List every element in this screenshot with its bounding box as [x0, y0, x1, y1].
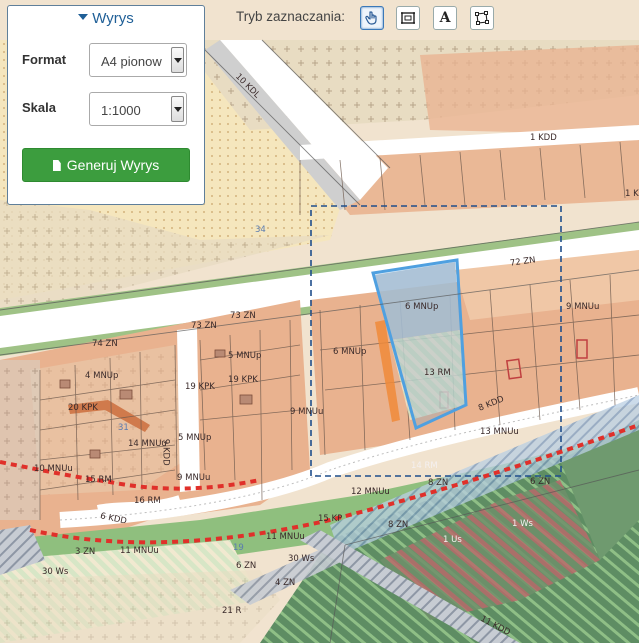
map-label: 6 ZN — [530, 477, 551, 487]
generate-wyrys-label: Generuj Wyrys — [66, 157, 160, 173]
map-label: 9 MNUu — [290, 407, 324, 417]
map-label: 1 KDD — [530, 133, 557, 143]
format-label: Format — [22, 52, 67, 67]
frame-select-button[interactable] — [396, 6, 420, 30]
map-label: 34 — [255, 225, 266, 235]
generate-wyrys-button[interactable]: Generuj Wyrys — [22, 148, 190, 182]
map-label: 20 KPK — [68, 403, 98, 413]
polygon-icon — [475, 11, 489, 25]
map-label: 5 MNUp — [228, 351, 262, 361]
document-icon — [52, 160, 61, 171]
frame-icon — [401, 12, 415, 24]
map-label: 9 MNUu — [177, 473, 211, 483]
wyrys-panel-toggle[interactable]: Wyrys — [8, 10, 204, 27]
map-label: 19 KPK — [228, 375, 258, 385]
map-label: 13 MNUu — [480, 427, 519, 437]
polygon-select-button[interactable] — [470, 6, 494, 30]
map-label: 1 Ws — [512, 519, 533, 529]
map-label: 10 MNUu — [34, 464, 73, 474]
map-label: 30 Ws — [288, 554, 315, 564]
map-label: 73 ZN — [230, 311, 256, 321]
map-label: 11 MNUu — [266, 532, 305, 542]
format-select-value: A4 pionow — [101, 54, 162, 69]
map-label: 9 KDD — [160, 438, 171, 466]
map-label: 21 R — [222, 606, 242, 616]
map-label: 5 MNUp — [178, 433, 212, 443]
wyrys-panel: Wyrys Format A4 pionow Skala 1:1000 Gene… — [7, 5, 205, 205]
pointer-select-button[interactable] — [360, 6, 384, 30]
format-select[interactable]: A4 pionow — [89, 43, 187, 77]
chevron-down-icon — [171, 47, 184, 73]
map-label: 74 ZN — [92, 339, 118, 349]
map-label: 19 — [233, 543, 244, 553]
map-label: 19 KPK — [185, 382, 215, 392]
map-label: 73 ZN — [191, 321, 217, 331]
map-label: 30 Ws — [42, 567, 69, 577]
map-label: 6 MNUp — [333, 347, 367, 357]
chevron-down-icon — [171, 96, 184, 122]
map-label: 4 ZN — [275, 578, 296, 588]
map-label: 14 RM — [411, 461, 438, 471]
map-label: 6 MNUp — [405, 302, 439, 312]
map-label: 9 MNUu — [566, 302, 600, 312]
map-label: 8 ZN — [428, 478, 449, 488]
caret-down-icon — [78, 14, 89, 21]
map-label: 1 KDD — [625, 189, 639, 199]
map-label: 4 MNUp — [85, 371, 119, 381]
map-label: 11 MNUu — [120, 546, 159, 556]
scale-select[interactable]: 1:1000 — [89, 92, 187, 126]
map-label: 1 Us — [443, 535, 462, 545]
map-label: 8 ZN — [388, 520, 409, 530]
letter-a-icon: A — [439, 10, 451, 26]
map-label: 15 KP — [318, 514, 343, 524]
map-label: 6 ZN — [236, 561, 257, 571]
scale-select-value: 1:1000 — [101, 103, 141, 118]
map-label: 16 RM — [134, 496, 161, 506]
map-label: 13 RM — [424, 368, 451, 378]
hand-pointer-icon — [365, 11, 377, 25]
map-label: 31 — [118, 423, 129, 433]
map-label: 15 RM — [85, 475, 112, 485]
selection-mode-label: Tryb zaznaczania: — [236, 9, 346, 24]
map-label: 3 ZN — [75, 547, 96, 557]
text-select-button[interactable]: A — [433, 6, 457, 30]
scale-label: Skala — [22, 100, 56, 115]
wyrys-panel-title: Wyrys — [92, 10, 134, 27]
map-label: 12 MNUu — [351, 487, 390, 497]
